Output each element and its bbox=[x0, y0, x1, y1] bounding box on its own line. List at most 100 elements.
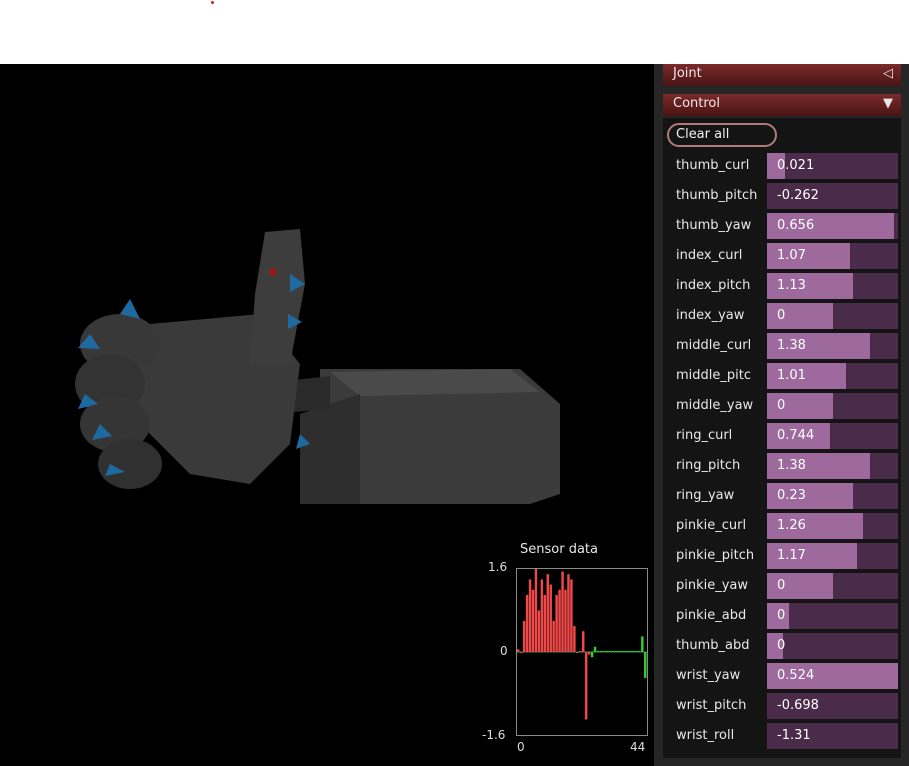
sensor-bar bbox=[599, 650, 603, 652]
sensor-bar bbox=[620, 650, 623, 652]
slider-row-middle_pitc: middle_pitc 1.01 bbox=[663, 363, 901, 389]
slider-row-middle_yaw: middle_yaw 0 bbox=[663, 393, 901, 419]
slider-value: 1.26 bbox=[777, 518, 806, 533]
sensor-bar bbox=[614, 650, 617, 652]
slider-row-index_pitch: index_pitch 1.13 bbox=[663, 273, 901, 299]
slider-value: 0 bbox=[777, 608, 786, 623]
slider-thumb_abd[interactable]: 0 bbox=[767, 633, 898, 659]
sensor-bar bbox=[611, 650, 614, 652]
chart-plot-area bbox=[516, 568, 648, 736]
slider-row-thumb_pitch: thumb_pitch -0.262 bbox=[663, 183, 901, 209]
slider-value: 0 bbox=[777, 578, 786, 593]
sensor-bar bbox=[534, 569, 538, 652]
sensor-bar bbox=[582, 631, 585, 652]
control-body: Clear all thumb_curl 0.021 thumb_pitch -0.2… bbox=[663, 118, 901, 758]
slider-label: ring_yaw bbox=[676, 488, 735, 503]
3d-viewport[interactable]: Sensor data 1.6 0 -1.6 0 44 bbox=[0, 64, 654, 766]
slider-label: middle_yaw bbox=[676, 398, 754, 413]
y-tick-top: 1.6 bbox=[488, 560, 508, 574]
slider-value: 1.01 bbox=[777, 368, 806, 383]
clear-all-button[interactable]: Clear all bbox=[667, 123, 777, 147]
sensor-bar bbox=[573, 626, 576, 652]
slider-label: middle_pitc bbox=[676, 368, 751, 383]
control-section-header[interactable]: Control ▼ bbox=[663, 94, 901, 116]
slider-index_curl[interactable]: 1.07 bbox=[767, 243, 898, 269]
chart-title: Sensor data bbox=[520, 542, 598, 557]
slider-value: 0.524 bbox=[777, 668, 815, 683]
slider-value: 0.744 bbox=[777, 428, 815, 443]
sensor-bar bbox=[579, 650, 582, 652]
sensor-bar bbox=[626, 650, 629, 652]
sensor-bar bbox=[632, 650, 635, 652]
sensor-bar bbox=[519, 652, 523, 653]
sensor-bar bbox=[561, 571, 564, 652]
slider-middle_pitc[interactable]: 1.01 bbox=[767, 363, 898, 389]
chart-bars bbox=[517, 569, 647, 720]
slider-wrist_roll[interactable]: -1.31 bbox=[767, 723, 898, 749]
sensor-bar bbox=[635, 650, 638, 652]
slider-row-pinkie_abd: pinkie_abd 0 bbox=[663, 603, 901, 629]
slider-label: index_pitch bbox=[676, 278, 751, 293]
slider-row-thumb_yaw: thumb_yaw 0.656 bbox=[663, 213, 901, 239]
x-tick-left: 0 bbox=[517, 740, 525, 754]
slider-index_pitch[interactable]: 1.13 bbox=[767, 273, 898, 299]
joint-section-header[interactable]: Joint ◁ bbox=[663, 64, 901, 86]
slider-pinkie_yaw[interactable]: 0 bbox=[767, 573, 898, 599]
sensor-data-chart: Sensor data 1.6 0 -1.6 0 44 bbox=[480, 540, 654, 766]
sensor-bar bbox=[641, 636, 644, 652]
sensor-bar bbox=[602, 650, 606, 652]
slider-ring_curl[interactable]: 0.744 bbox=[767, 423, 898, 449]
slider-wrist_pitch[interactable]: -0.698 bbox=[767, 693, 898, 719]
slider-ring_pitch[interactable]: 1.38 bbox=[767, 453, 898, 479]
slider-index_yaw[interactable]: 0 bbox=[767, 303, 898, 329]
red-dot-marker bbox=[211, 1, 214, 4]
slider-wrist_yaw[interactable]: 0.524 bbox=[767, 663, 898, 689]
slider-middle_yaw[interactable]: 0 bbox=[767, 393, 898, 419]
slider-label: wrist_yaw bbox=[676, 668, 741, 683]
sensor-bar bbox=[531, 589, 535, 652]
slider-pinkie_pitch[interactable]: 1.17 bbox=[767, 543, 898, 569]
slider-value: 1.17 bbox=[777, 548, 806, 563]
slider-label: pinkie_yaw bbox=[676, 578, 749, 593]
slider-label: pinkie_pitch bbox=[676, 548, 755, 563]
slider-row-index_yaw: index_yaw 0 bbox=[663, 303, 901, 329]
slider-row-wrist_yaw: wrist_yaw 0.524 bbox=[663, 663, 901, 689]
slider-thumb_curl[interactable]: 0.021 bbox=[767, 153, 898, 179]
slider-label: index_yaw bbox=[676, 308, 745, 323]
slider-label: thumb_curl bbox=[676, 158, 750, 173]
slider-row-thumb_abd: thumb_abd 0 bbox=[663, 633, 901, 659]
slider-value: -1.31 bbox=[777, 728, 811, 743]
slider-label: middle_curl bbox=[676, 338, 752, 353]
slider-thumb_pitch[interactable]: -0.262 bbox=[767, 183, 898, 209]
slider-pinkie_abd[interactable]: 0 bbox=[767, 603, 898, 629]
slider-value: 1.07 bbox=[777, 248, 806, 263]
sensor-bar bbox=[623, 650, 626, 652]
slider-row-index_curl: index_curl 1.07 bbox=[663, 243, 901, 269]
slider-label: ring_pitch bbox=[676, 458, 741, 473]
slider-row-pinkie_pitch: pinkie_pitch 1.17 bbox=[663, 543, 901, 569]
sensor-bar bbox=[540, 579, 544, 652]
slider-value: 1.13 bbox=[777, 278, 806, 293]
sensor-bar bbox=[537, 610, 541, 652]
expand-arrow-icon[interactable]: ◁ bbox=[883, 64, 893, 84]
slider-value: 0.021 bbox=[777, 158, 815, 173]
slider-ring_yaw[interactable]: 0.23 bbox=[767, 483, 898, 509]
sensor-bar bbox=[517, 649, 520, 652]
slider-row-ring_pitch: ring_pitch 1.38 bbox=[663, 453, 901, 479]
sensor-bar bbox=[546, 574, 549, 652]
y-tick-bottom: -1.6 bbox=[482, 728, 506, 742]
slider-label: ring_curl bbox=[676, 428, 733, 443]
sensor-bar bbox=[590, 652, 594, 658]
slider-thumb_yaw[interactable]: 0.656 bbox=[767, 213, 898, 239]
slider-value: 0.23 bbox=[777, 488, 806, 503]
sensor-bar bbox=[543, 594, 547, 652]
slider-row-pinkie_yaw: pinkie_yaw 0 bbox=[663, 573, 901, 599]
top-bar bbox=[0, 0, 909, 64]
slider-label: pinkie_curl bbox=[676, 518, 747, 533]
sensor-bar bbox=[558, 589, 561, 652]
slider-value: -0.262 bbox=[777, 188, 819, 203]
collapse-arrow-icon[interactable]: ▼ bbox=[883, 94, 893, 114]
slider-pinkie_curl[interactable]: 1.26 bbox=[767, 513, 898, 539]
slider-label: pinkie_abd bbox=[676, 608, 747, 623]
slider-middle_curl[interactable]: 1.38 bbox=[767, 333, 898, 359]
